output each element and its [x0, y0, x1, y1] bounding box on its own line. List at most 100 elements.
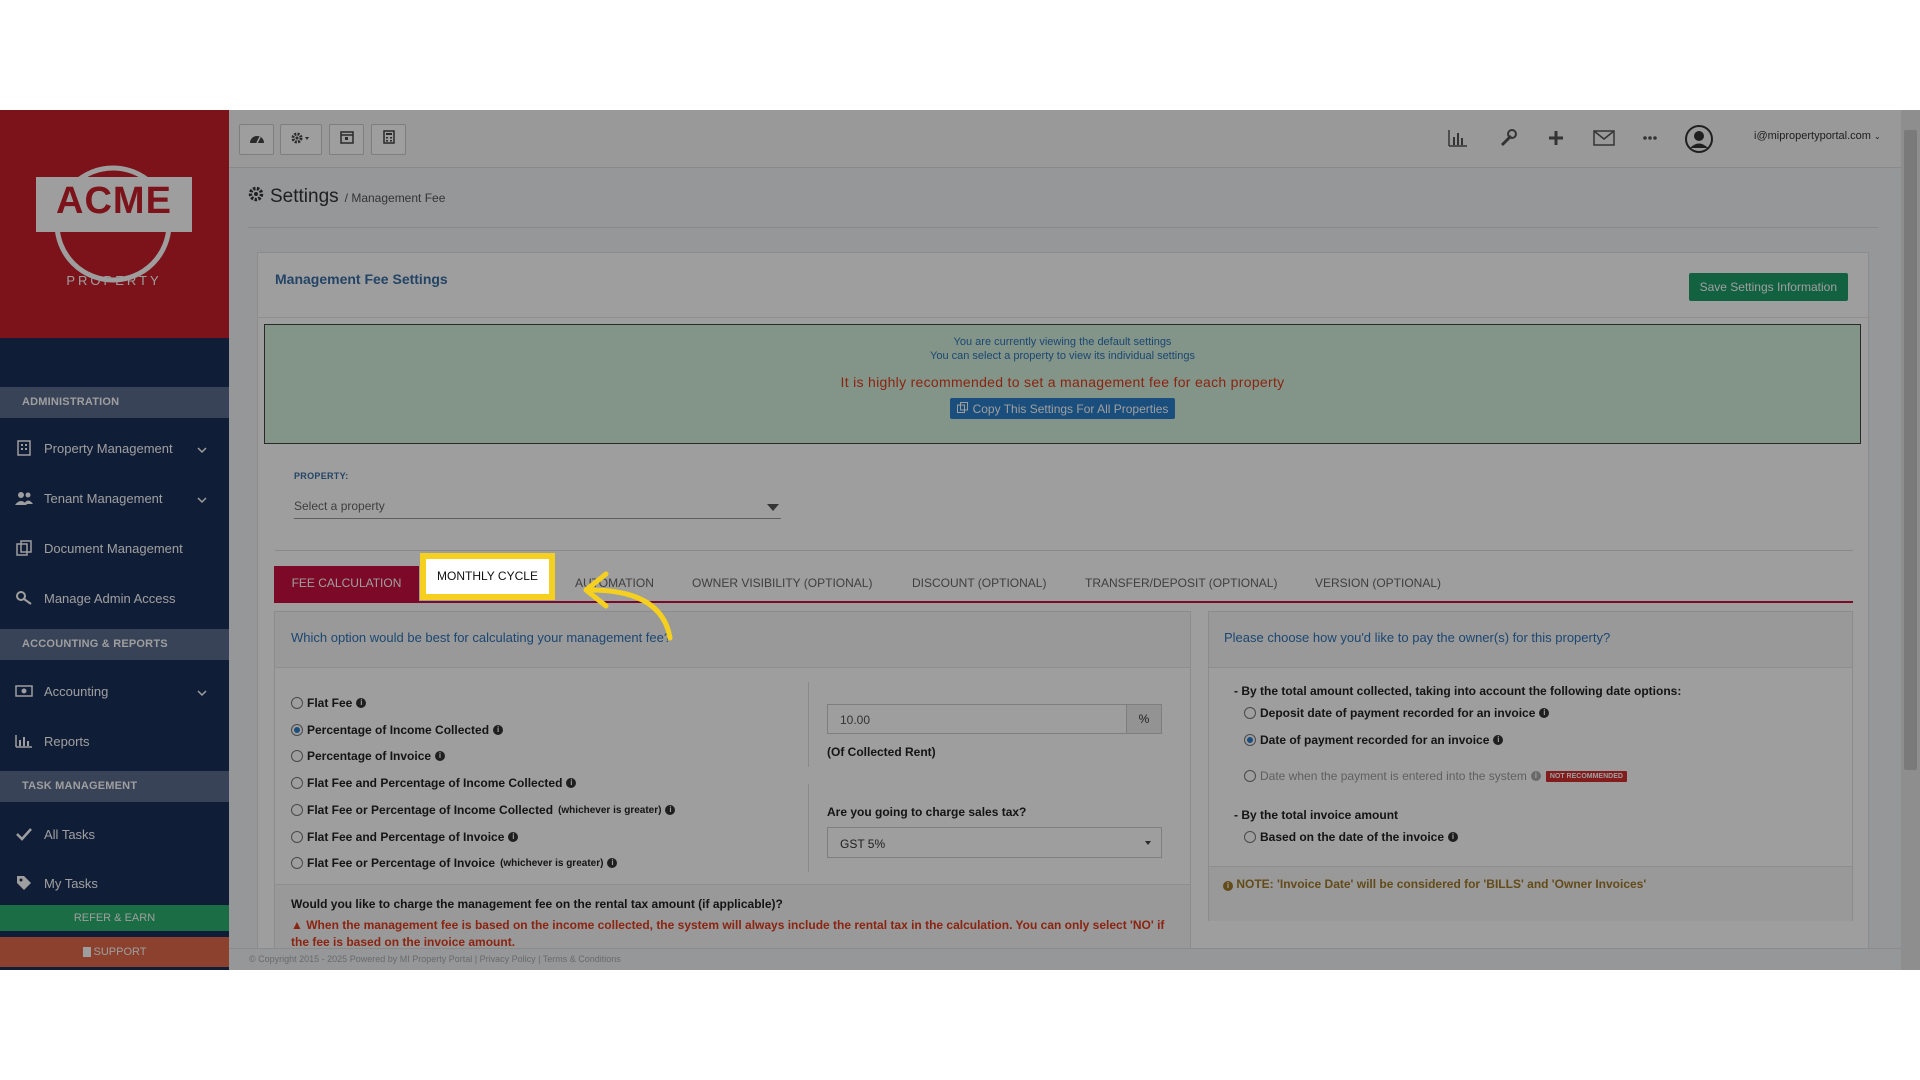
notice-line-1: You are currently viewing the default se…	[953, 336, 1172, 348]
copy-settings-button[interactable]: Copy This Settings For All Properties	[949, 398, 1176, 419]
more-icon[interactable]	[1637, 126, 1663, 150]
mail-icon[interactable]	[1591, 126, 1617, 150]
footer-text: © Copyright 2015 - 2025 Powered by MI Pr…	[249, 954, 621, 964]
radio[interactable]	[291, 831, 303, 843]
calculator-icon	[382, 130, 395, 149]
app-frame: ACME PROPERTY ADMINISTRATION Property Ma…	[0, 110, 1920, 970]
gear-icon	[291, 131, 311, 149]
fee-option[interactable]: Flat Fee and Percentage of Income Collec…	[291, 776, 577, 790]
user-email-dropdown[interactable]: i@mipropertyportal.com ⌄	[1754, 130, 1881, 142]
radio[interactable]	[291, 857, 303, 869]
fee-option-label: Flat Fee or Percentage of Invoice	[307, 856, 496, 870]
info-icon[interactable]: i	[1448, 832, 1459, 842]
rental-tax-warning: ▲ When the management fee is based on th…	[291, 917, 1174, 951]
sidebar-item-reports[interactable]: Reports	[0, 721, 229, 761]
sidebar-item-manage-admin-access[interactable]: Manage Admin Access	[0, 578, 229, 618]
fee-option[interactable]: Flat Fee or Percentage of Invoice (whiche…	[291, 856, 618, 870]
calendar-button[interactable]	[329, 124, 364, 155]
property-label: PROPERTY:	[294, 471, 349, 481]
option-invoice-date[interactable]: Based on the date of the invoice i	[1244, 830, 1459, 844]
info-icon[interactable]: i	[1539, 708, 1550, 718]
section-accounting-reports: ACCOUNTING & REPORTS	[0, 629, 229, 660]
property-select[interactable]: Select a property	[294, 493, 781, 519]
radio[interactable]	[1244, 707, 1256, 719]
tab-discount[interactable]: DISCOUNT (OPTIONAL)	[912, 566, 1046, 601]
caret-down-icon	[1145, 841, 1151, 845]
sidebar-item-tenant-management[interactable]: Tenant Management	[0, 478, 229, 518]
radio[interactable]	[291, 804, 303, 816]
fee-option[interactable]: Flat Fee i	[291, 696, 367, 710]
fee-option[interactable]: Flat Fee or Percentage of Income Collect…	[291, 803, 676, 817]
sales-tax-select[interactable]: GST 5%	[827, 827, 1162, 858]
save-settings-button[interactable]: Save Settings Information	[1688, 273, 1848, 301]
sidebar-item-label: Property Management	[44, 440, 173, 456]
sidebar-item-my-tasks[interactable]: My Tasks	[0, 863, 229, 903]
notice-line-2: You can select a property to view its in…	[930, 350, 1195, 362]
wrench-icon[interactable]	[1495, 126, 1521, 150]
radio-selected[interactable]	[1244, 734, 1256, 746]
sidebar-item-accounting[interactable]: Accounting	[0, 671, 229, 711]
panel-title: Management Fee Settings	[275, 271, 448, 287]
sidebar-item-document-management[interactable]: Document Management	[0, 528, 229, 568]
option-deposit-date[interactable]: Deposit date of payment recorded for an …	[1244, 706, 1550, 720]
logo-area[interactable]: ACME PROPERTY	[0, 110, 229, 338]
percentage-input[interactable]: 10.00	[827, 704, 1127, 734]
fee-option[interactable]: Flat Fee and Percentage of Invoice i	[291, 830, 519, 844]
notice-warning: It is highly recommended to set a manage…	[840, 374, 1285, 390]
settings-dropdown-button[interactable]	[280, 124, 322, 155]
info-icon[interactable]: i	[356, 698, 367, 708]
sidebar-item-label: All Tasks	[44, 826, 96, 842]
info-icon: i	[1223, 881, 1233, 891]
info-icon[interactable]: i	[493, 725, 504, 735]
radio[interactable]	[1244, 770, 1256, 782]
divider	[808, 784, 809, 872]
fee-calculation-card: Which option would be best for calculati…	[274, 611, 1191, 970]
radio[interactable]	[291, 697, 303, 709]
tab-fee-calculation[interactable]: FEE CALCULATION	[274, 566, 419, 601]
top-bar: i@mipropertyportal.com ⌄	[229, 110, 1901, 168]
radio[interactable]	[291, 777, 303, 789]
group-total-collected-label: - By the total amount collected, taking …	[1234, 684, 1682, 698]
info-icon[interactable]: i	[508, 832, 519, 842]
property-select-value: Select a property	[294, 499, 385, 513]
fee-option-label: Flat Fee and Percentage of Income Collec…	[307, 776, 563, 790]
tab-version[interactable]: VERSION (OPTIONAL)	[1315, 566, 1441, 601]
radio[interactable]	[1244, 831, 1256, 843]
acme-logo-icon	[36, 165, 192, 283]
tab-owner-visibility[interactable]: OWNER VISIBILITY (OPTIONAL)	[692, 566, 872, 601]
support-button[interactable]: SUPPORT	[0, 937, 229, 967]
fee-option[interactable]: Percentage of Invoice i	[291, 749, 446, 763]
sidebar-item-label: Document Management	[44, 540, 183, 556]
info-icon[interactable]: i	[435, 751, 446, 761]
tab-transfer-deposit[interactable]: TRANSFER/DEPOSIT (OPTIONAL)	[1085, 566, 1277, 601]
info-icon[interactable]: i	[1493, 735, 1504, 745]
scrollbar-thumb[interactable]	[1904, 130, 1917, 770]
plus-icon[interactable]	[1543, 126, 1569, 150]
fee-option[interactable]: Percentage of Income Collected i	[291, 723, 504, 737]
reports-chart-icon[interactable]	[1445, 126, 1471, 150]
sidebar-item-property-management[interactable]: Property Management	[0, 428, 229, 468]
option-entered-date[interactable]: Date when the payment is entered into th…	[1244, 769, 1627, 783]
page-scrollbar[interactable]	[1901, 110, 1920, 970]
fee-option-label: Percentage of Invoice	[307, 749, 432, 763]
sidebar-item-all-tasks[interactable]: All Tasks	[0, 814, 229, 854]
calculator-button[interactable]	[371, 124, 406, 155]
fee-option-label: Flat Fee or Percentage of Income Collect…	[307, 803, 554, 817]
radio-selected[interactable]	[291, 724, 303, 736]
money-icon	[14, 682, 34, 700]
refer-earn-button[interactable]: REFER & EARN	[0, 905, 229, 931]
copy-settings-label: Copy This Settings For All Properties	[972, 401, 1169, 416]
info-icon[interactable]: i	[1530, 771, 1541, 781]
avatar-icon[interactable]	[1684, 124, 1714, 154]
radio[interactable]	[291, 750, 303, 762]
info-icon[interactable]: i	[566, 778, 577, 788]
sidebar-item-label: Tenant Management	[44, 490, 163, 506]
dashboard-button[interactable]	[239, 124, 274, 155]
divider	[248, 227, 1878, 228]
owner-payment-question: Please choose how you'd like to pay the …	[1209, 612, 1852, 668]
info-icon[interactable]: i	[665, 805, 676, 815]
option-payment-date[interactable]: Date of payment recorded for an invoice …	[1244, 733, 1504, 747]
tab-monthly-cycle[interactable]: MONTHLY CYCLE	[420, 553, 555, 600]
info-icon[interactable]: i	[607, 858, 618, 868]
chevron-down-icon	[197, 442, 207, 457]
